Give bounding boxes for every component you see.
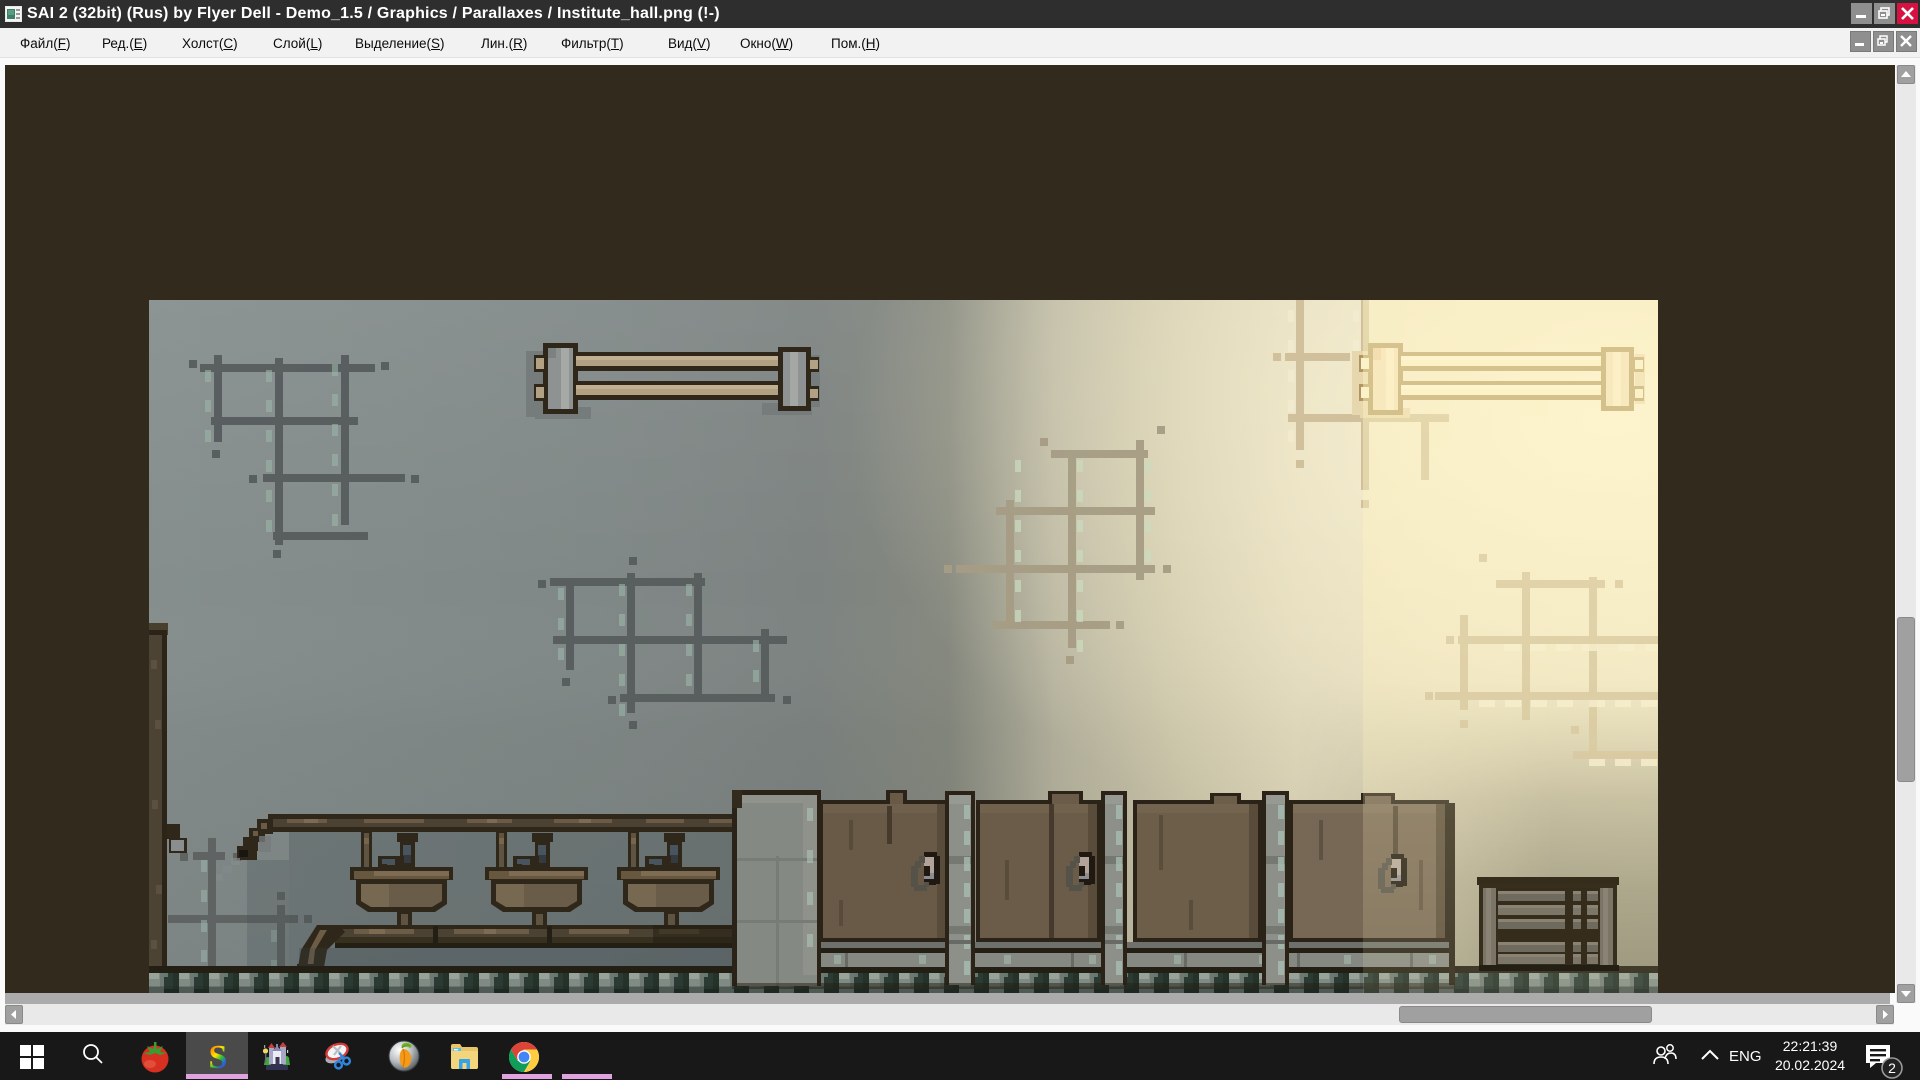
- svg-text:2: 2: [1888, 1060, 1896, 1076]
- svg-text:S: S: [209, 1039, 228, 1074]
